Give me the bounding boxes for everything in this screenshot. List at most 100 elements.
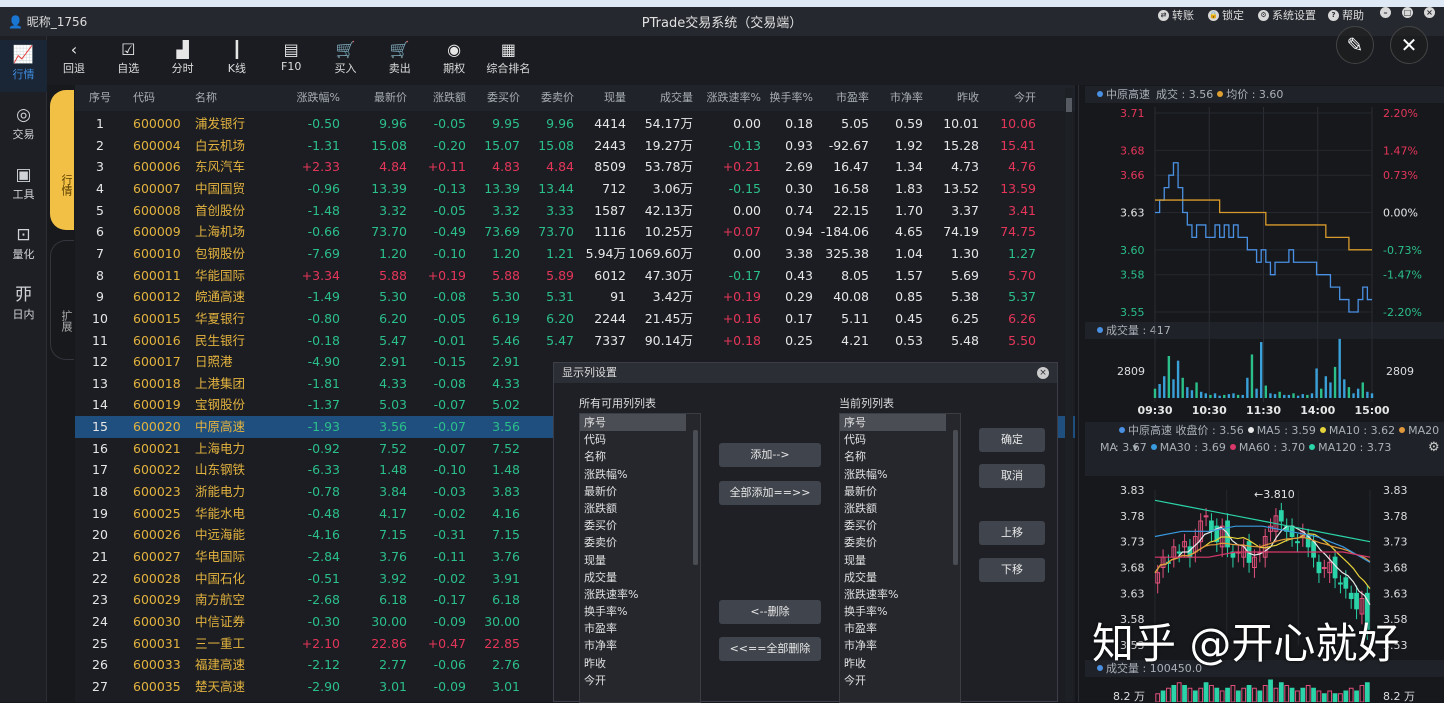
volume-bar	[1218, 396, 1220, 398]
menu-transfer[interactable]: ⇄转账	[1158, 7, 1194, 23]
list-item[interactable]: 昨收	[840, 655, 946, 672]
volume-bar	[1177, 361, 1179, 398]
volume-bar	[1156, 694, 1160, 702]
menu-label: 帮助	[1342, 7, 1364, 23]
volume-bar	[1182, 378, 1184, 398]
move-down-button[interactable]: 下移	[979, 558, 1045, 582]
volume-bar	[1296, 691, 1300, 702]
volume-bar	[1301, 688, 1305, 702]
list-item[interactable]: 最新价	[840, 483, 946, 500]
list-item[interactable]: 现量	[580, 552, 686, 569]
close-icon[interactable]: ×	[1037, 367, 1049, 379]
list-scrollbar[interactable]	[693, 430, 698, 565]
list-item[interactable]: 涨跌额	[580, 500, 686, 517]
volume-bar	[1343, 379, 1345, 398]
volume-bar	[1338, 339, 1340, 398]
x-tick-label: 09:30	[1137, 404, 1172, 417]
volume-bar	[1371, 393, 1373, 398]
list-item[interactable]: 委买价	[580, 517, 686, 534]
menu-gear[interactable]: ⚙系统设置	[1258, 7, 1316, 23]
volume-bar	[1352, 393, 1354, 398]
y-tick-label: 3.63	[1383, 587, 1408, 600]
candle	[1317, 562, 1321, 572]
volume-bar	[1278, 392, 1280, 398]
volume-bar	[1167, 688, 1171, 702]
list-item[interactable]: 最新价	[580, 483, 686, 500]
list-item[interactable]: 市净率	[580, 637, 686, 654]
pct-tick-label: -1.47%	[1383, 269, 1422, 282]
volume-bar	[1242, 395, 1244, 398]
volume-bar	[1258, 691, 1262, 702]
volume-bar	[1195, 382, 1197, 398]
list-item[interactable]: 换手率%	[840, 603, 946, 620]
volume-bar	[1360, 686, 1364, 703]
current-columns-list[interactable]: 序号代码名称涨跌幅%最新价涨跌额委买价委卖价现量成交量涨跌速率%换手率%市盈率市…	[839, 413, 961, 703]
pct-tick-label: 0.73%	[1383, 169, 1418, 182]
volume-bar	[1161, 691, 1165, 702]
volume-bar	[1325, 376, 1327, 398]
list-item[interactable]: 现量	[840, 552, 946, 569]
available-columns-list[interactable]: 序号代码名称涨跌幅%最新价涨跌额委买价委卖价现量成交量涨跌速率%换手率%市盈率市…	[579, 413, 701, 703]
ma10-line	[1155, 534, 1370, 589]
list-item[interactable]: 今开	[840, 672, 946, 689]
list-item[interactable]: 今开	[580, 672, 686, 689]
list-item[interactable]: 市净率	[840, 637, 946, 654]
list-item[interactable]: 代码	[580, 431, 686, 448]
list-item[interactable]: 序号	[840, 414, 946, 431]
list-item[interactable]: 涨跌速率%	[580, 586, 686, 603]
list-item[interactable]: 序号	[580, 414, 686, 431]
edit-image-icon[interactable]: ✎	[1336, 26, 1374, 64]
gear-icon: ⚙	[1258, 10, 1269, 21]
volume-bar	[1279, 683, 1283, 702]
volume-bar	[1263, 686, 1267, 703]
volume-bar	[1253, 688, 1257, 702]
volume-bar	[1355, 691, 1359, 702]
volume-bar	[1274, 394, 1276, 398]
remove-all-button[interactable]: <<==全部删除	[719, 637, 821, 661]
menu-lock[interactable]: 🔒锁定	[1208, 7, 1244, 23]
list-item[interactable]: 委买价	[840, 517, 946, 534]
list-item[interactable]: 涨跌幅%	[840, 466, 946, 483]
volume-bar	[1265, 386, 1267, 398]
volume-tick-label: 2809	[1117, 365, 1145, 378]
y-tick-label: 3.83	[1120, 484, 1145, 497]
menu-help[interactable]: ?帮助	[1328, 7, 1364, 23]
pct-tick-label: 0.00%	[1383, 207, 1418, 220]
volume-bar	[1357, 389, 1359, 398]
list-item[interactable]: 成交量	[580, 569, 686, 586]
volume-tick-label: 2809	[1386, 365, 1414, 378]
ok-button[interactable]: 确定	[979, 428, 1045, 452]
add-button[interactable]: 添加-->	[719, 443, 821, 467]
list-item[interactable]: 名称	[580, 448, 686, 465]
list-item[interactable]: 委卖价	[580, 534, 686, 551]
list-item[interactable]: 市盈率	[580, 620, 686, 637]
list-item[interactable]: 涨跌速率%	[840, 586, 946, 603]
list-item[interactable]: 涨跌幅%	[580, 466, 686, 483]
close-overlay-icon[interactable]: ✕	[1390, 26, 1428, 64]
list-item[interactable]: 换手率%	[580, 603, 686, 620]
ma5-line	[1155, 526, 1370, 605]
volume-bar	[1226, 688, 1230, 702]
menu-label: 系统设置	[1272, 7, 1316, 23]
volume-bar	[1311, 393, 1313, 398]
list-item[interactable]: 昨收	[580, 655, 686, 672]
list-item[interactable]: 市盈率	[840, 620, 946, 637]
volume-bar	[1362, 382, 1364, 398]
cancel-button[interactable]: 取消	[979, 464, 1045, 488]
list-item[interactable]: 名称	[840, 448, 946, 465]
volume-bar	[1242, 688, 1246, 702]
volume-bar	[1193, 691, 1197, 702]
move-up-button[interactable]: 上移	[979, 521, 1045, 545]
y-tick-label: 3.71	[1120, 107, 1145, 120]
list-item[interactable]: 成交量	[840, 569, 946, 586]
y-tick-label: 3.68	[1120, 144, 1145, 157]
add-all-button[interactable]: 全部添加==>>	[719, 481, 821, 505]
list-item[interactable]: 代码	[840, 431, 946, 448]
remove-button[interactable]: <--删除	[719, 600, 821, 624]
list-scrollbar[interactable]	[953, 430, 958, 565]
volume-bar	[1231, 686, 1235, 703]
volume-bar	[1237, 395, 1239, 398]
list-item[interactable]: 委卖价	[840, 534, 946, 551]
list-item[interactable]: 涨跌额	[840, 500, 946, 517]
candle	[1204, 516, 1208, 517]
